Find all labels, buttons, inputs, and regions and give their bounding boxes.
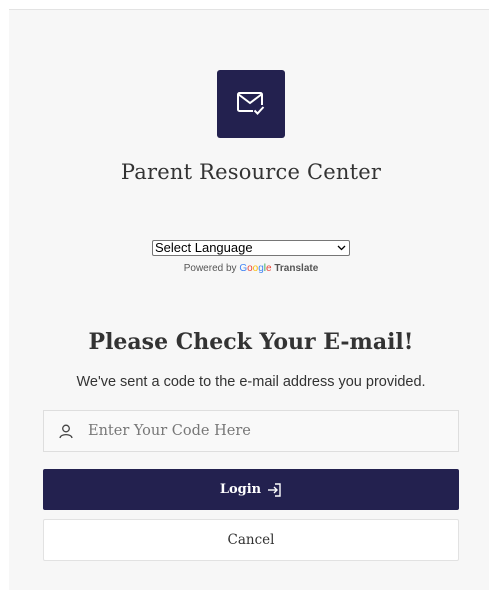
login-card: Parent Resource Center Select Language P… [9, 9, 489, 590]
sign-in-icon [268, 482, 281, 497]
code-field[interactable] [43, 410, 459, 452]
translate-label: Translate [274, 263, 319, 274]
user-icon [58, 423, 74, 439]
language-select[interactable]: Select Language [152, 240, 350, 256]
page-heading: Please Check Your E-mail! [88, 329, 414, 355]
login-button-label: Login [219, 482, 262, 497]
code-input[interactable] [86, 422, 430, 440]
powered-by-google: Powered by Google Translate [9, 263, 489, 274]
mail-check-icon [237, 92, 266, 117]
cancel-button-label: Cancel [227, 532, 275, 548]
app-logo [217, 70, 285, 138]
chevron-down-icon [337, 241, 346, 260]
instruction-text: We've sent a code to the e-mail address … [76, 374, 426, 390]
google-logo[interactable]: Google [239, 263, 271, 274]
language-select-value: Select Language [155, 240, 253, 255]
powered-by-text: Powered by [183, 263, 237, 274]
cancel-button[interactable]: Cancel [43, 519, 459, 561]
app-title: Parent Resource Center [120, 160, 382, 184]
login-button[interactable]: Login [43, 469, 459, 510]
